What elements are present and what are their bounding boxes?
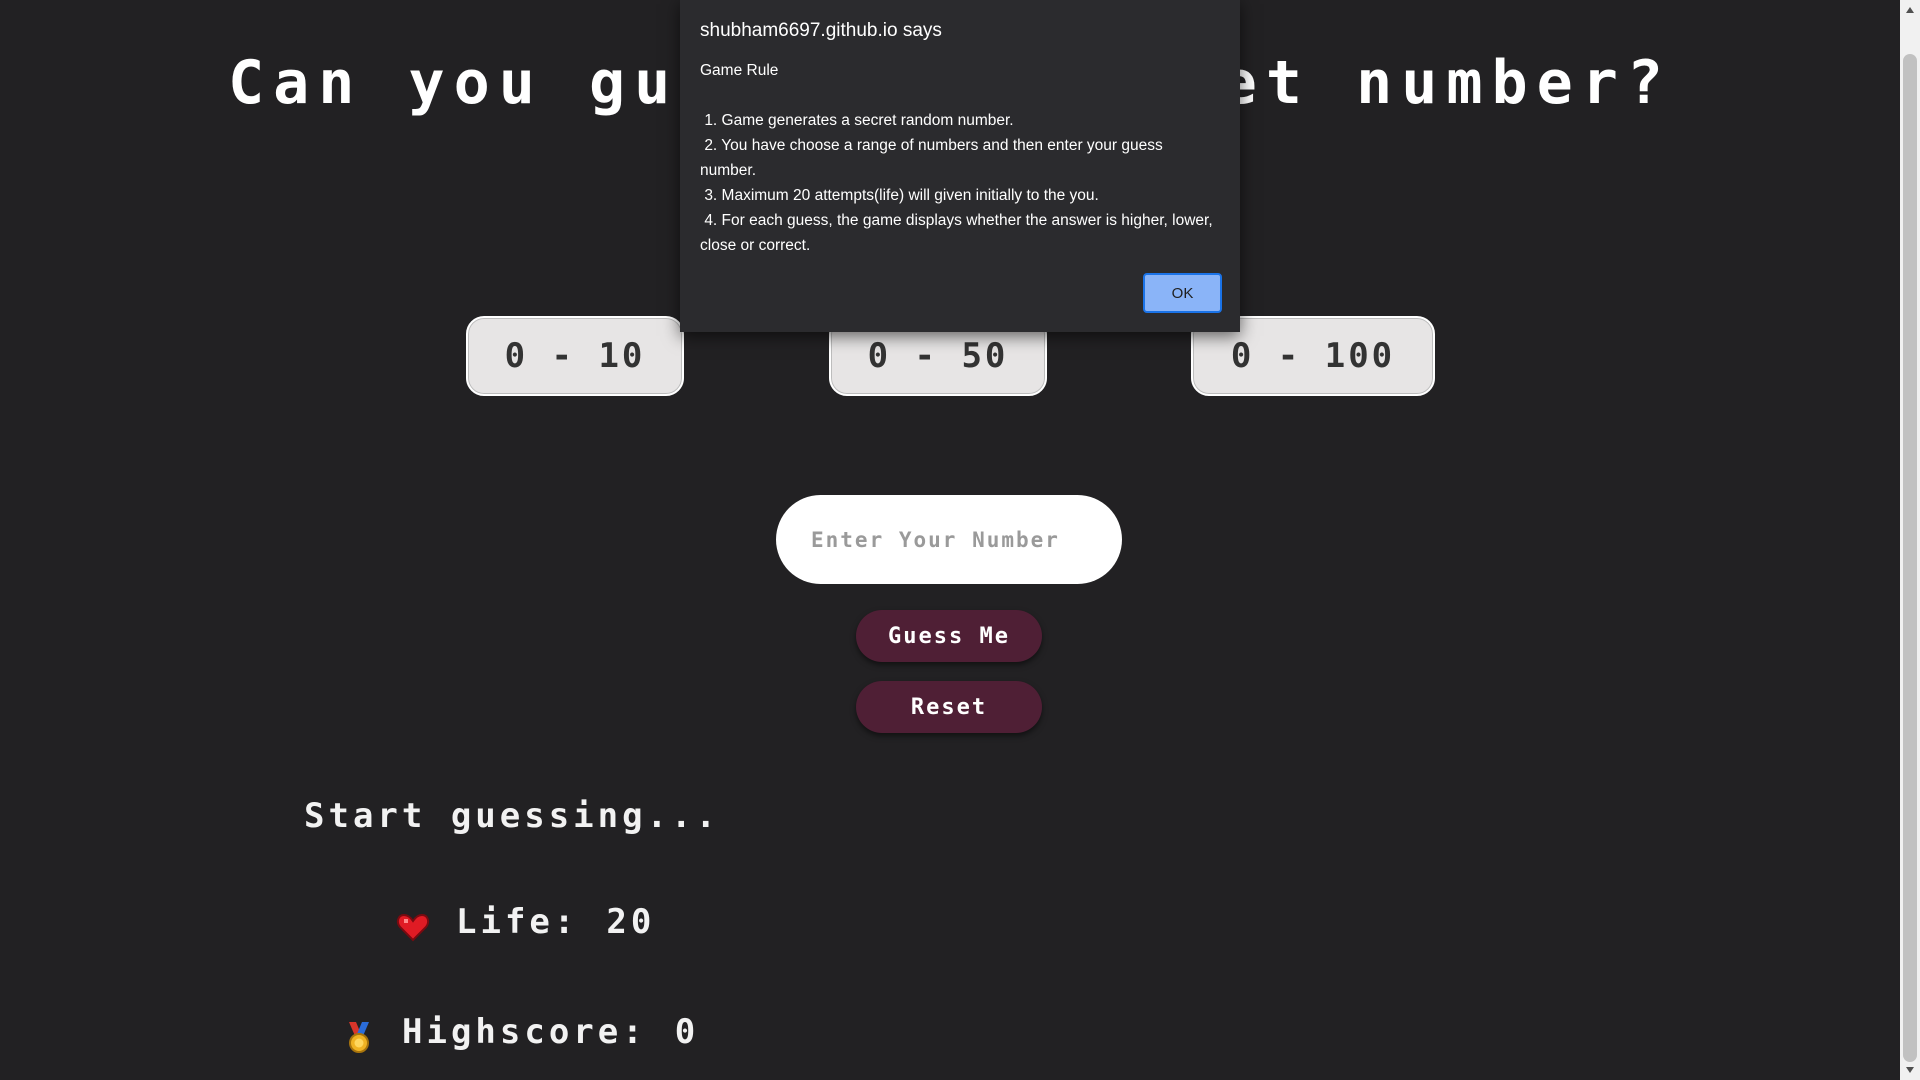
range-button-0-10[interactable]: 0 - 10 [466, 316, 684, 396]
vertical-scrollbar[interactable] [1900, 0, 1920, 1080]
dialog-rule: 3. Maximum 20 attempts(life) will given … [700, 187, 1099, 204]
dialog-rule: 4. For each guess, the game displays whe… [700, 212, 1217, 254]
guess-number-input[interactable] [776, 495, 1122, 584]
medal-icon [342, 1020, 376, 1054]
life-value: 20 [606, 902, 656, 942]
status-message: Start guessing... [304, 796, 720, 836]
highscore-value: 0 [674, 1012, 700, 1052]
highscore-stat: Highscore: 0 [342, 1010, 699, 1054]
dialog-origin: shubham6697.github.io says [700, 20, 942, 41]
dialog-heading: Game Rule [700, 62, 779, 79]
reset-button[interactable]: Reset [856, 681, 1042, 733]
alert-dialog: shubham6697.github.io says Game Rule 1. … [680, 0, 1240, 332]
heart-icon [396, 910, 430, 944]
dialog-message: Game Rule 1. Game generates a secret ran… [700, 58, 1220, 258]
scrollbar-thumb[interactable] [1903, 54, 1917, 1062]
ok-button[interactable]: OK [1143, 273, 1222, 313]
dialog-spacer [700, 83, 1220, 108]
life-stat: Life: 20 [396, 900, 655, 944]
guess-me-button[interactable]: Guess Me [856, 610, 1042, 662]
dialog-rule: 2. You have choose a range of numbers an… [700, 137, 1168, 179]
scroll-down-arrow-icon[interactable] [1900, 1062, 1920, 1078]
dialog-rule: 1. Game generates a secret random number… [700, 112, 1014, 129]
scroll-up-arrow-icon[interactable] [1900, 2, 1920, 18]
highscore-label: Highscore: [402, 1012, 647, 1052]
life-label: Life: [456, 902, 579, 942]
